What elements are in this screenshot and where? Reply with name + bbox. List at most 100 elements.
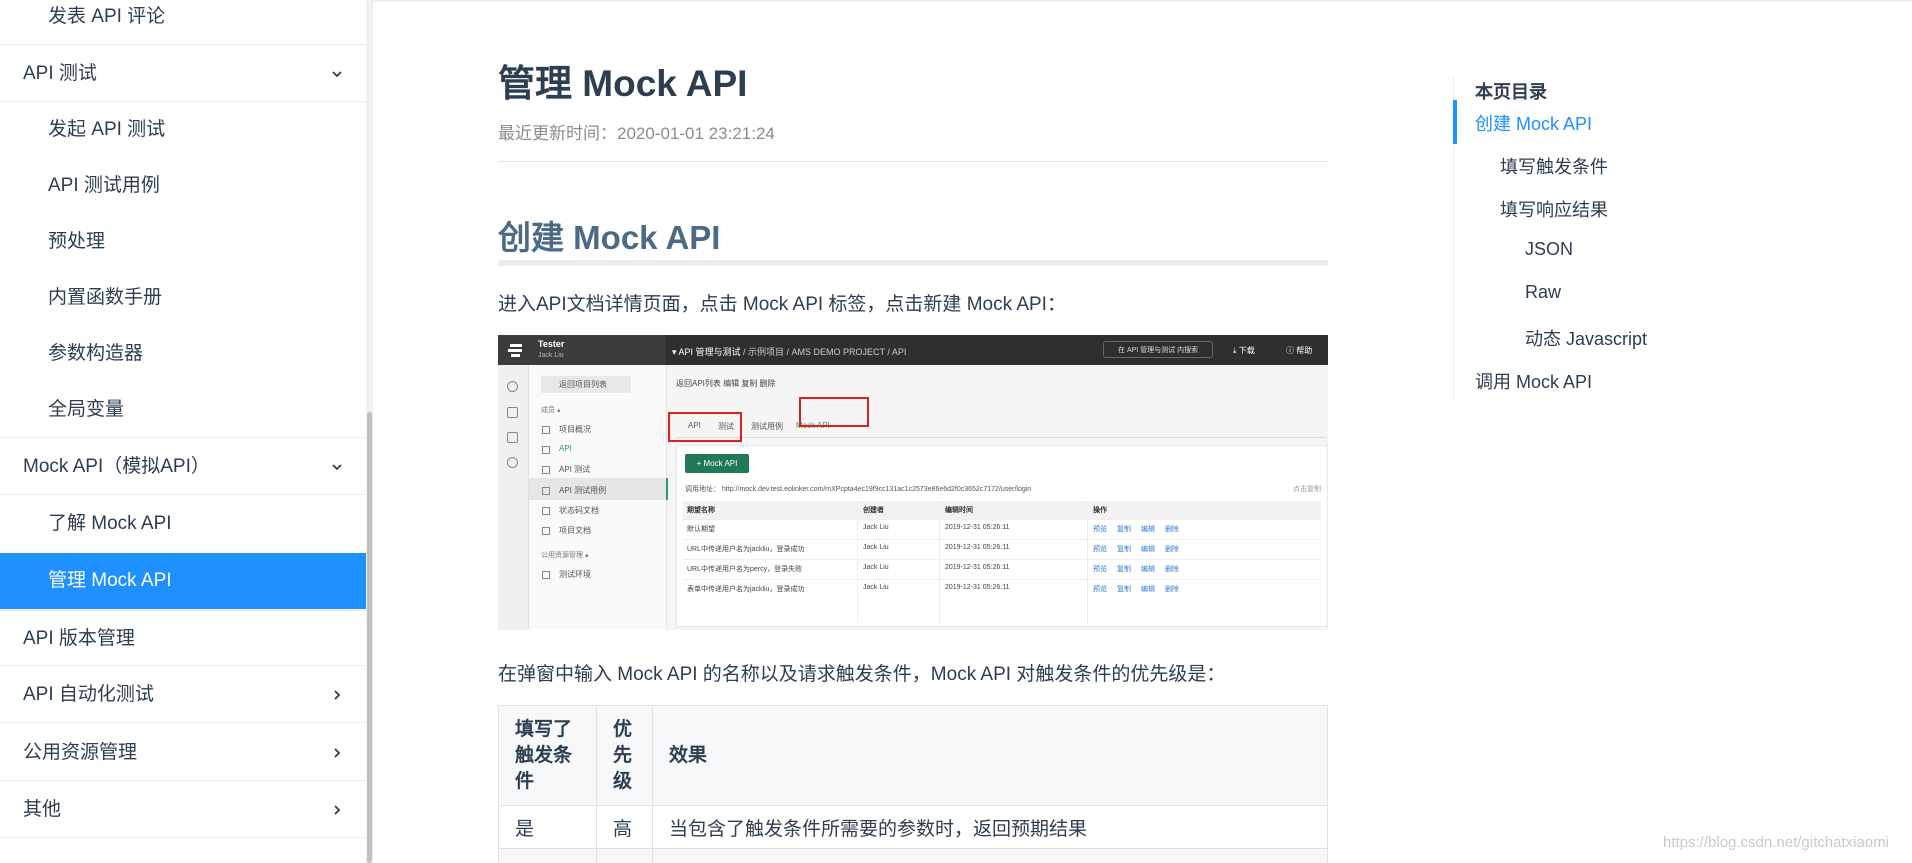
- highlight-box-new-button: [668, 412, 742, 442]
- section-heading-underline: [498, 260, 1328, 266]
- chevron-right-icon: [330, 725, 344, 781]
- chevron-right-icon: [330, 667, 344, 723]
- sidebar: 发表 API 评论 API 测试 发起 API 测试 API 测试用例 预处理 …: [0, 0, 373, 863]
- toc-active-indicator: [1453, 100, 1457, 144]
- sidebar-group-api-automation[interactable]: API 自动化测试: [0, 667, 366, 723]
- sidebar-group-api-test[interactable]: API 测试: [0, 46, 366, 102]
- sidebar-group-shared-resources[interactable]: 公用资源管理: [0, 725, 366, 781]
- env-icon: [542, 571, 550, 579]
- screenshot-panel: + Mock API 调用地址： http://mock.dev.test.eo…: [676, 445, 1328, 627]
- screenshot-nav-item: 项目文档: [559, 526, 591, 535]
- screenshot-nav-item: 项目概况: [559, 425, 591, 434]
- watermark: https://blog.csdn.net/gitchatxiaomi: [1663, 834, 1889, 851]
- sidebar-group-api-version[interactable]: API 版本管理: [0, 610, 366, 666]
- toc-link-create-mock-api[interactable]: 创建 Mock API: [1475, 110, 1592, 136]
- screenshot-op-link: 复制: [1117, 566, 1131, 573]
- row-divider: [683, 579, 1321, 580]
- highlight-box-mock-tab: [799, 397, 869, 427]
- screenshot-download-label: 下载: [1238, 346, 1255, 355]
- table-cell: 当包含了触发条件所需要的参数时，返回预期结果: [652, 805, 1328, 849]
- screenshot-nav-item: API 测试: [559, 465, 591, 474]
- screenshot-op-link: 编辑: [1141, 566, 1155, 573]
- api-icon: [542, 446, 550, 454]
- sidebar-item-label: 参数构造器: [48, 343, 144, 364]
- logo-icon: [508, 344, 522, 357]
- sidebar-item-param-builder[interactable]: 参数构造器: [0, 326, 366, 382]
- screenshot-nav: 返回项目列表 成员 ▴ 项目概况 API API 测试 API 测试用例 状态码…: [529, 365, 668, 630]
- screenshot-nav-item: 测试环境: [559, 570, 591, 579]
- screenshot-op-link: 编辑: [1141, 586, 1155, 593]
- screenshot-url-copy: 点击复制: [1293, 486, 1321, 493]
- screenshot-brand: Tester Jack Liu: [498, 335, 666, 365]
- screenshot-nav-item: API: [559, 444, 572, 453]
- screenshot-op-link: 复制: [1117, 546, 1131, 553]
- screenshot-content: 返回API列表 编辑 复制 删除 API 测试 测试用例 Mock API + …: [666, 365, 1328, 630]
- paragraph-intro: 进入API文档详情页面，点击 Mock API 标签，点击新建 Mock API…: [498, 294, 1066, 315]
- screenshot-tabs: API 测试 测试用例 Mock API: [676, 417, 1326, 438]
- screenshot-op-link: 预览: [1093, 566, 1107, 573]
- sidebar-item-learn-mock-api[interactable]: 了解 Mock API: [0, 496, 366, 552]
- screenshot-new-mock-button: + Mock API: [685, 454, 749, 473]
- screenshot-tab: 测试用例: [751, 422, 783, 431]
- screenshot-nav-item: 状态码文档: [559, 506, 599, 515]
- sidebar-item-label: 了解 Mock API: [48, 513, 172, 534]
- chevron-down-icon: [330, 439, 344, 495]
- page-title: 管理 Mock API: [498, 63, 748, 104]
- sidebar-item-manage-mock-api[interactable]: 管理 Mock API: [0, 553, 366, 609]
- embedded-screenshot: Tester Jack Liu ▾ API 管理与测试 / 示例项目 / AMS…: [498, 335, 1328, 630]
- screenshot-op-link: 复制: [1117, 586, 1131, 593]
- toc-link-raw[interactable]: Raw: [1525, 282, 1561, 303]
- divider: [498, 161, 1328, 162]
- screenshot-nav-section: 成员 ▴: [541, 407, 561, 414]
- screenshot-op-link: 删除: [1165, 586, 1179, 593]
- screenshot-col-header: 期望名称: [687, 507, 715, 514]
- sidebar-group-label: API 自动化测试: [23, 684, 154, 705]
- sidebar-scrollbar-thumb[interactable]: [367, 412, 372, 863]
- table-row: 是 高 当包含了触发条件所需要的参数时，返回预期结果: [498, 805, 1328, 849]
- screenshot-nav-section: 公用资源管理 ▴: [541, 552, 589, 559]
- toc-link-dynamic-javascript[interactable]: 动态 Javascript: [1525, 325, 1647, 351]
- screenshot-op-link: 删除: [1165, 566, 1179, 573]
- screenshot-table-cell: URL中传递用户名为jackliu，登录成功: [687, 546, 805, 553]
- sidebar-item-label: 发起 API 测试: [48, 119, 166, 140]
- screenshot-op-link: 预览: [1093, 526, 1107, 533]
- sidebar-item-builtin-functions[interactable]: 内置函数手册: [0, 270, 366, 326]
- toc-link-call-mock-api[interactable]: 调用 Mock API: [1475, 368, 1592, 394]
- screenshot-op-link: 预览: [1093, 546, 1107, 553]
- sidebar-group-label: API 测试: [23, 63, 97, 84]
- sidebar-group-mock-api[interactable]: Mock API（模拟API）: [0, 439, 366, 495]
- sidebar-item-post-api-comment[interactable]: 发表 API 评论: [0, 0, 366, 45]
- row-divider: [683, 559, 1321, 560]
- toc-link-response-result[interactable]: 填写响应结果: [1500, 196, 1608, 222]
- last-updated: 最近更新时间：2020-01-01 23:21:24: [498, 124, 775, 143]
- top-divider: [372, 0, 1912, 2]
- screenshot-breadcrumb-bold: API 管理与测试: [678, 347, 741, 357]
- status-doc-icon: [542, 507, 550, 515]
- screenshot-col-header: 编辑时间: [945, 507, 973, 514]
- screenshot-col-header: 创建者: [863, 507, 884, 514]
- section-heading-create-mock-api: 创建 Mock API: [498, 219, 721, 256]
- screenshot-url: 调用地址： http://mock.dev.test.eolinker.com/…: [685, 486, 1032, 493]
- table-cell: [652, 848, 1328, 863]
- chevron-right-icon: [330, 782, 344, 838]
- screenshot-breadcrumb: ▾ API 管理与测试 / 示例项目 / AMS DEMO PROJECT / …: [672, 347, 907, 357]
- screenshot-table-cell: Jack Liu: [863, 544, 889, 551]
- table-header-cell: 效果: [652, 705, 1328, 806]
- sidebar-item-global-variables[interactable]: 全局变量: [0, 382, 366, 438]
- screenshot-table-cell: 2019-12-31 05:26:11: [945, 524, 1010, 531]
- screenshot-table-cell: Jack Liu: [863, 584, 889, 591]
- sidebar-item-preprocess[interactable]: 预处理: [0, 214, 366, 270]
- sidebar-item-api-test-cases[interactable]: API 测试用例: [0, 158, 366, 214]
- screenshot-help: ⓘ 帮助: [1286, 346, 1313, 355]
- screenshot-user: Tester: [538, 339, 565, 349]
- screenshot-user-sub: Jack Liu: [538, 352, 564, 359]
- toc-link-trigger-conditions[interactable]: 填写触发条件: [1500, 153, 1608, 179]
- sidebar-item-start-api-test[interactable]: 发起 API 测试: [0, 102, 366, 158]
- toc-heading: 本页目录: [1475, 82, 1547, 102]
- toc-link-json[interactable]: JSON: [1525, 239, 1573, 260]
- overview-icon: [542, 426, 550, 434]
- screenshot-op-link: 预览: [1093, 586, 1107, 593]
- sidebar-group-label: 其他: [23, 799, 62, 820]
- sidebar-group-other[interactable]: 其他: [0, 782, 366, 838]
- sidebar-item-label: 全局变量: [48, 399, 125, 420]
